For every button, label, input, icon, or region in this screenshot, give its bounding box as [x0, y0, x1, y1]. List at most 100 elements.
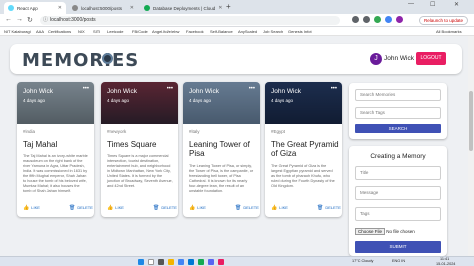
search-panel: Search Memories Search Tags SEARCH	[349, 83, 447, 139]
like-label: LIKE	[279, 205, 288, 210]
reload-icon[interactable]: ↻	[27, 16, 33, 24]
delete-label: DELETE	[243, 205, 259, 210]
post-card: John Wick 4 days ago ••• #newyork Times …	[101, 82, 178, 217]
create-memory-form: Creating a Memory Title Message Tags Cho…	[349, 146, 447, 256]
profile-icon[interactable]	[396, 16, 403, 23]
app-icon[interactable]	[198, 259, 204, 265]
info-icon: ⓘ	[43, 17, 49, 23]
minimize-button[interactable]: —	[408, 1, 414, 7]
windows-taskbar: 17°C Cloudy ENG IN 11:41 15-01-2024	[0, 256, 474, 266]
chrome-icon[interactable]	[178, 259, 184, 265]
star-icon[interactable]	[363, 16, 370, 23]
extension-icon[interactable]	[385, 16, 392, 23]
page-scrollbar[interactable]	[468, 36, 474, 256]
search-button[interactable]: SEARCH	[355, 124, 441, 133]
delete-button[interactable]: 🗑 DELETE	[235, 205, 259, 211]
bookmark-item[interactable]: Job Search	[263, 29, 283, 34]
update-button[interactable]: Relaunch to update	[418, 16, 468, 25]
task-view-icon[interactable]	[158, 259, 164, 265]
logout-button[interactable]: LOGOUT	[416, 52, 446, 65]
app-icon[interactable]	[208, 259, 214, 265]
choose-file-button[interactable]: Choose File	[355, 228, 386, 235]
bookmark-item[interactable]: FB/Code	[132, 29, 148, 34]
url-text: localhost:3000/posts	[50, 17, 96, 23]
post-author: John Wick	[271, 88, 301, 95]
app-bar: MEMORIES J John Wick LOGOUT	[10, 44, 462, 74]
bookmark-item[interactable]: SITI	[93, 29, 100, 34]
search-memories-input[interactable]: Search Memories	[355, 89, 441, 101]
post-author: John Wick	[23, 88, 53, 95]
extension-icon[interactable]	[352, 16, 359, 23]
bookmark-item[interactable]: Leetcode	[107, 29, 123, 34]
delete-button[interactable]: 🗑 DELETE	[153, 205, 177, 211]
submit-button[interactable]: SUBMIT	[355, 241, 441, 253]
bookmark-item[interactable]: Angel.ltd/e/ebw	[152, 29, 179, 34]
user-name: John Wick	[384, 55, 414, 62]
post-time: 4 days ago	[23, 98, 46, 103]
delete-button[interactable]: 🗑 DELETE	[69, 205, 93, 211]
search-tags-input[interactable]: Search Tags	[355, 107, 441, 119]
vscode-icon[interactable]	[188, 259, 194, 265]
post-message: The Taj Mahal is an ivory-white marble m…	[23, 154, 88, 193]
close-icon[interactable]: ✕	[218, 5, 222, 11]
bookmark-item[interactable]: Facebook	[186, 29, 204, 34]
thumb-up-icon: 👍	[271, 205, 278, 211]
like-button[interactable]: 👍 LIKE	[271, 205, 288, 211]
clock-date[interactable]: 15-01-2024	[436, 262, 455, 266]
tab-label: React App	[17, 5, 38, 11]
message-field[interactable]: Message	[355, 186, 441, 200]
tab-database[interactable]: Database Deployments | Cloud ✕	[140, 2, 222, 14]
file-picker[interactable]: Choose File No file chosen	[355, 228, 415, 235]
weather-status[interactable]: 17°C Cloudy	[352, 259, 373, 263]
maximize-button[interactable]: ☐	[430, 1, 435, 8]
trash-icon: 🗑	[69, 205, 76, 211]
clock-time[interactable]: 11:41	[440, 257, 449, 261]
bookmark-item[interactable]: AnyScaled	[238, 29, 257, 34]
start-icon[interactable]	[138, 259, 144, 265]
title-field[interactable]: Title	[355, 166, 441, 180]
tags-field[interactable]: Tags	[355, 207, 441, 221]
app-page: MEMORIES J John Wick LOGOUT John Wick 4 …	[0, 36, 474, 256]
more-icon[interactable]: •••	[83, 86, 89, 92]
delete-label: DELETE	[161, 205, 177, 210]
language-indicator[interactable]: ENG IN	[392, 259, 405, 263]
url-field[interactable]: ⓘ localhost:3000/posts	[40, 16, 340, 25]
new-tab-button[interactable]: +	[226, 2, 231, 11]
more-icon[interactable]: •••	[167, 86, 173, 92]
avatar: J	[370, 53, 382, 65]
tab-localhost-posts[interactable]: localhost:5000/posts ✕	[68, 2, 138, 14]
like-label: LIKE	[115, 205, 124, 210]
extension-icon[interactable]	[374, 16, 381, 23]
more-icon[interactable]: •••	[249, 86, 255, 92]
file-explorer-icon[interactable]	[168, 259, 174, 265]
address-bar-row: ← → ↻ ⓘ localhost:3000/posts Relaunch to…	[0, 14, 474, 27]
file-status: No file chosen	[386, 229, 415, 234]
like-button[interactable]: 👍 LIKE	[23, 205, 40, 211]
app-icon[interactable]	[218, 259, 224, 265]
tab-react-app[interactable]: React App ✕	[4, 2, 66, 14]
post-message: The Leaning Tower of Pisa, or simply, th…	[189, 164, 254, 193]
delete-button[interactable]: 🗑 DELETE	[317, 205, 341, 211]
bookmark-item[interactable]: All Bookmarks	[436, 29, 462, 34]
bookmark-item[interactable]: Certifications	[48, 29, 71, 34]
bookmark-item[interactable]: Self-Balance	[210, 29, 233, 34]
bookmark-item[interactable]: NIT Kalaburagi	[4, 29, 31, 34]
scrollbar-thumb[interactable]	[469, 91, 473, 151]
close-window-button[interactable]: ✕	[454, 1, 459, 8]
delete-label: DELETE	[77, 205, 93, 210]
close-icon[interactable]: ✕	[58, 5, 62, 11]
back-icon[interactable]: ←	[5, 16, 12, 23]
like-button[interactable]: 👍 LIKE	[189, 205, 206, 211]
trash-icon: 🗑	[235, 205, 242, 211]
like-button[interactable]: 👍 LIKE	[107, 205, 124, 211]
search-icon[interactable]	[148, 259, 154, 265]
thumb-up-icon: 👍	[107, 205, 114, 211]
post-time: 4 days ago	[107, 98, 130, 103]
bookmark-item[interactable]: NIX	[78, 29, 85, 34]
close-icon[interactable]: ✕	[130, 5, 134, 11]
post-title: Leaning Tower of Pisa	[189, 140, 250, 158]
bookmark-item[interactable]: AAA	[36, 29, 44, 34]
forward-icon[interactable]: →	[16, 16, 23, 23]
more-icon[interactable]: •••	[331, 86, 337, 92]
bookmark-item[interactable]: Genesis Infot	[288, 29, 312, 34]
